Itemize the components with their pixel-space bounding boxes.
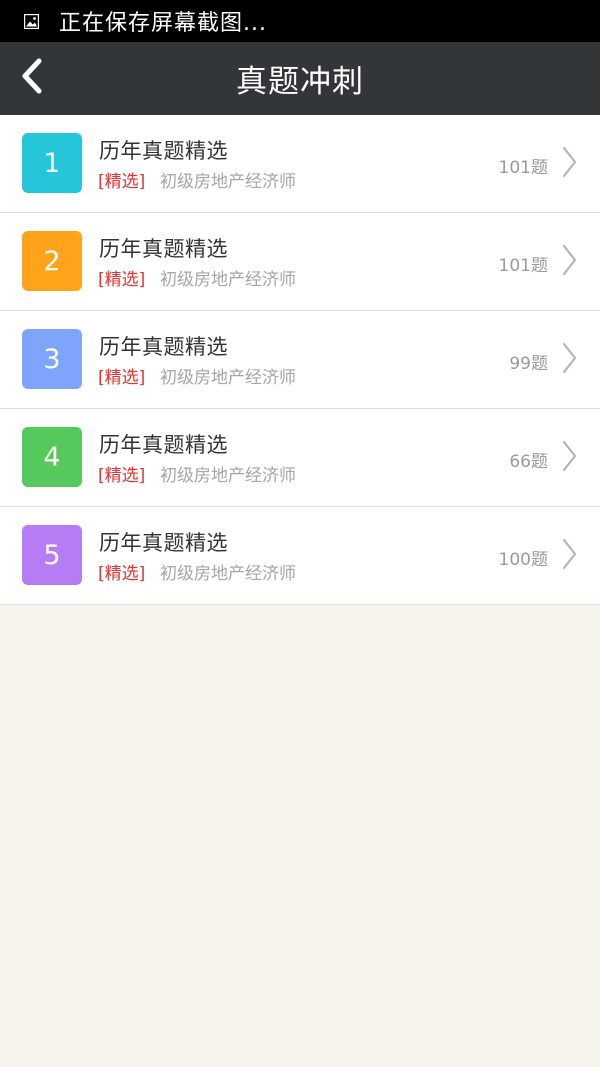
item-title: 历年真题精选 (99, 531, 228, 555)
number-badge: 3 (22, 329, 82, 389)
item-tag: [精选] (98, 270, 146, 290)
item-subtitle: 初级房地产经济师 (160, 564, 296, 584)
item-tag: [精选] (98, 172, 146, 192)
number-badge: 1 (22, 133, 82, 193)
item-tag: [精选] (98, 564, 146, 584)
app-bar: 真题冲刺 (0, 42, 600, 115)
item-title: 历年真题精选 (99, 237, 228, 261)
item-tag: [精选] (98, 368, 146, 388)
chevron-left-icon (19, 58, 45, 98)
back-button[interactable] (10, 52, 54, 104)
exam-list: 1 历年真题精选 [精选] 初级房地产经济师 101题 2 历年真题精选 [精选… (0, 115, 600, 605)
item-subtitle: 初级房地产经济师 (160, 270, 296, 290)
item-tag: [精选] (98, 466, 146, 486)
list-item-2[interactable]: 2 历年真题精选 [精选] 初级房地产经济师 101题 (0, 213, 600, 311)
item-title: 历年真题精选 (99, 139, 228, 163)
list-item-4[interactable]: 4 历年真题精选 [精选] 初级房地产经济师 66题 (0, 409, 600, 507)
question-count: 66题 (509, 452, 548, 472)
question-count: 100题 (498, 550, 548, 570)
badge-number: 4 (43, 441, 61, 473)
badge-number: 5 (43, 539, 61, 571)
status-message: 正在保存屏幕截图... (59, 11, 267, 36)
image-icon (24, 13, 39, 29)
item-title: 历年真题精选 (99, 335, 228, 359)
chevron-right-icon (560, 439, 578, 473)
chevron-right-icon (560, 537, 578, 571)
list-item-5[interactable]: 5 历年真题精选 [精选] 初级房地产经济师 100题 (0, 507, 600, 605)
number-badge: 4 (22, 427, 82, 487)
chevron-right-icon (560, 341, 578, 375)
list-item-3[interactable]: 3 历年真题精选 [精选] 初级房地产经济师 99题 (0, 311, 600, 409)
item-subtitle: 初级房地产经济师 (160, 172, 296, 192)
status-bar: 正在保存屏幕截图... (0, 0, 600, 42)
question-count: 101题 (498, 256, 548, 276)
badge-number: 1 (43, 147, 61, 179)
number-badge: 5 (22, 525, 82, 585)
badge-number: 3 (43, 343, 61, 375)
question-count: 99题 (509, 354, 548, 374)
list-item-1[interactable]: 1 历年真题精选 [精选] 初级房地产经济师 101题 (0, 115, 600, 213)
chevron-right-icon (560, 145, 578, 179)
page-title: 真题冲刺 (236, 64, 364, 100)
chevron-right-icon (560, 243, 578, 277)
item-subtitle: 初级房地产经济师 (160, 466, 296, 486)
item-subtitle: 初级房地产经济师 (160, 368, 296, 388)
question-count: 101题 (498, 158, 548, 178)
item-title: 历年真题精选 (99, 433, 228, 457)
badge-number: 2 (43, 245, 61, 277)
number-badge: 2 (22, 231, 82, 291)
